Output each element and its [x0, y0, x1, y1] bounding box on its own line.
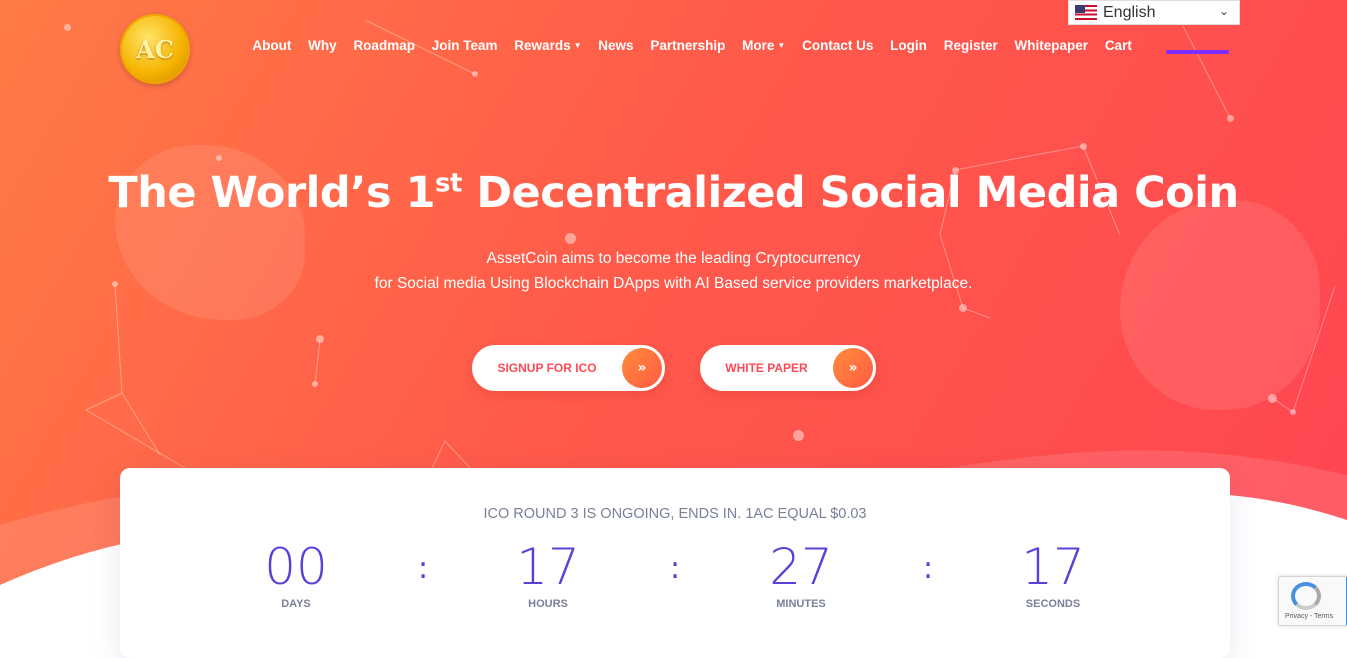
nav-item-label: Login	[890, 38, 927, 53]
us-flag-icon	[1075, 5, 1097, 20]
nav-item-label: Join Team	[431, 38, 498, 53]
nav-item-label: Contact Us	[802, 38, 874, 53]
logo-text: AC	[136, 34, 174, 64]
headline-superscript: st	[434, 168, 462, 199]
nav-item-news[interactable]: News	[590, 38, 642, 53]
nav-item-cart[interactable]: Cart	[1096, 38, 1140, 53]
nav-item-roadmap[interactable]: Roadmap	[345, 38, 423, 53]
decoration-dot	[312, 381, 318, 387]
nav-item-contact-us[interactable]: Contact Us	[794, 38, 882, 53]
days-value: 00	[264, 538, 328, 596]
nav-item-about[interactable]: About	[244, 38, 300, 53]
nav-item-label: About	[252, 38, 292, 53]
decoration-dot	[1227, 115, 1234, 122]
language-selected: English	[1103, 3, 1156, 21]
signup-for-ico-button[interactable]: SIGNUP FOR ICO »	[472, 345, 665, 391]
nav-item-label: More	[742, 38, 775, 53]
caret-down-icon: ▼	[777, 41, 786, 50]
nav-item-whitepaper[interactable]: Whitepaper	[1006, 38, 1096, 53]
decoration-dot	[472, 71, 478, 77]
whitepaper-button-label: WHITE PAPER	[725, 361, 808, 375]
site-logo[interactable]: AC	[120, 14, 190, 84]
recaptcha-badge[interactable]: Privacy - Terms	[1278, 576, 1347, 626]
countdown-card: ICO ROUND 3 IS ONGOING, ENDS IN. 1AC EQU…	[120, 468, 1230, 658]
hours-label: HOURS	[528, 598, 568, 610]
caret-down-icon: ▼	[573, 41, 582, 50]
nav-item-label: Cart	[1104, 38, 1132, 53]
nav-active-indicator	[1166, 50, 1229, 54]
decoration-dot	[316, 335, 324, 343]
nav-item-login[interactable]: Login	[882, 38, 936, 53]
decoration-dot	[1290, 409, 1296, 415]
countdown-separator: :	[923, 551, 934, 586]
nav-item-label: Roadmap	[353, 38, 415, 53]
decoration-dot	[1268, 394, 1277, 403]
countdown-separator: :	[670, 551, 681, 586]
countdown-separator: :	[418, 551, 429, 586]
decoration-dot	[565, 233, 576, 244]
chevron-down-icon: ⌄	[1218, 4, 1229, 18]
minutes-label: MINUTES	[776, 598, 826, 610]
hero-headline: The World’s 1st Decentralized Social Med…	[0, 168, 1347, 218]
nav-item-label: Why	[308, 38, 337, 53]
countdown-days: 00 DAYS	[236, 538, 356, 610]
decoration-dot	[216, 155, 222, 161]
headline-part: The World’s 1	[108, 168, 435, 218]
hero-subtitle-line2: for Social media Using Blockchain DApps …	[374, 275, 973, 292]
nav-item-label: Whitepaper	[1014, 38, 1089, 53]
main-navigation: About Why Roadmap Join Team Rewards ▼ News Part…	[244, 38, 1140, 53]
seconds-label: SECONDS	[1025, 598, 1081, 610]
nav-item-register[interactable]: Register	[935, 38, 1006, 53]
nav-item-why[interactable]: Why	[300, 38, 345, 53]
recaptcha-icon	[1291, 582, 1321, 610]
minutes-value: 27	[769, 538, 833, 596]
nav-item-label: News	[598, 38, 634, 53]
nav-item-more[interactable]: More ▼	[734, 38, 794, 53]
decoration-dot	[64, 24, 71, 31]
nav-item-label: Rewards	[514, 38, 571, 53]
hours-value: 17	[516, 538, 580, 596]
days-label: DAYS	[281, 598, 311, 610]
headline-part: Decentralized Social Media Coin	[461, 168, 1239, 218]
double-chevron-right-icon: »	[833, 348, 873, 388]
countdown-seconds: 17 SECONDS	[993, 538, 1113, 610]
nav-item-label: Partnership	[650, 38, 726, 53]
countdown-hours: 17 HOURS	[488, 538, 608, 610]
nav-item-join-team[interactable]: Join Team	[423, 38, 506, 53]
language-selector[interactable]: English ⌄	[1068, 0, 1240, 25]
signup-button-label: SIGNUP FOR ICO	[497, 361, 597, 375]
white-paper-button[interactable]: WHITE PAPER »	[700, 345, 876, 391]
countdown-title: ICO ROUND 3 IS ONGOING, ENDS IN. 1AC EQU…	[483, 506, 867, 522]
decoration-dot	[959, 304, 967, 312]
countdown-minutes: 27 MINUTES	[741, 538, 861, 610]
nav-item-partnership[interactable]: Partnership	[642, 38, 734, 53]
hero-subtitle-line1: AssetCoin aims to become the leading Cry…	[486, 250, 861, 267]
decoration-dot	[1080, 143, 1087, 150]
decoration-dot	[793, 430, 804, 441]
seconds-value: 17	[1021, 538, 1085, 596]
double-chevron-right-icon: »	[622, 348, 662, 388]
recaptcha-terms[interactable]: Privacy - Terms	[1285, 613, 1333, 620]
nav-item-label: Register	[943, 38, 998, 53]
nav-item-rewards[interactable]: Rewards ▼	[506, 38, 590, 53]
